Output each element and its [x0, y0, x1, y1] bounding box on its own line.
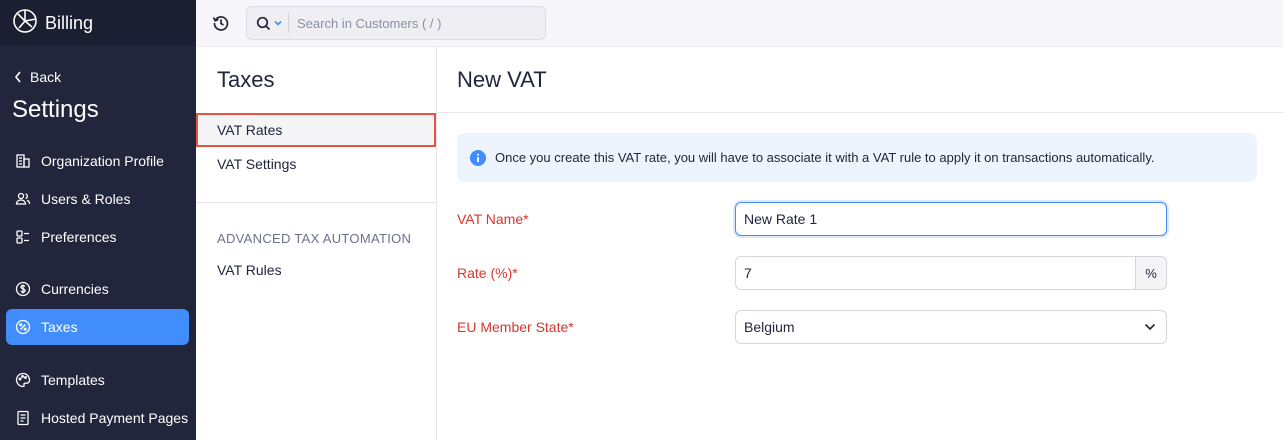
sidebar-item-organization-profile[interactable]: Organization Profile [6, 143, 189, 179]
subnav-section-heading: ADVANCED TAX AUTOMATION [217, 231, 412, 246]
back-link[interactable]: Back [14, 69, 61, 85]
preferences-icon [16, 230, 29, 244]
sidebar-item-label: Taxes [41, 319, 78, 335]
brand[interactable]: Billing [0, 0, 196, 46]
subnav-item-label: VAT Rules [217, 262, 282, 278]
sidebar-item-templates[interactable]: Templates [6, 362, 189, 398]
organization-icon [16, 154, 30, 168]
sidebar-item-label: Currencies [41, 281, 109, 297]
search-input[interactable] [297, 15, 537, 31]
billing-logo-icon [12, 8, 38, 39]
sidebar-item-label: Hosted Payment Pages [41, 410, 189, 426]
rate-label: Rate (%)* [457, 265, 518, 281]
sidebar-item-currencies[interactable]: Currencies [6, 271, 189, 307]
sidebar-item-preferences[interactable]: Preferences [6, 219, 189, 255]
rate-field[interactable]: % [735, 256, 1167, 290]
topbar [196, 0, 1283, 47]
back-label: Back [30, 69, 62, 85]
info-text: Once you create this VAT rate, you will … [495, 150, 1155, 165]
chevron-down-icon[interactable] [274, 20, 282, 26]
document-icon [17, 410, 29, 426]
sidebar-item-hosted-payment-pages[interactable]: Hosted Payment Pages [6, 400, 189, 436]
main-header: New VAT [437, 47, 1283, 113]
main-panel: New VAT Once you create this VAT rate, y… [437, 47, 1283, 440]
eu-member-state-label: EU Member State* [457, 319, 574, 335]
tax-icon [15, 319, 31, 335]
palette-icon [15, 372, 31, 388]
eu-member-state-select[interactable]: Belgium [735, 310, 1167, 344]
sidebar-item-label: Templates [41, 372, 105, 388]
chevron-left-icon [14, 71, 21, 83]
vat-name-input[interactable] [736, 203, 1166, 235]
sidebar-item-label: Preferences [41, 229, 117, 245]
subnav-title: Taxes [217, 67, 275, 92]
recent-history-icon[interactable] [212, 14, 230, 32]
subnav-divider [196, 202, 436, 203]
sidebar-item-label: Users & Roles [41, 191, 131, 207]
users-icon [15, 192, 31, 205]
sidebar-item-label: Organization Profile [41, 153, 164, 169]
chevron-down-icon[interactable] [1144, 323, 1156, 331]
search-icon[interactable] [256, 16, 271, 31]
sidebar-item-taxes[interactable]: Taxes [6, 309, 189, 345]
info-icon [470, 149, 486, 166]
subnav-item-label: VAT Rates [217, 122, 283, 138]
settings-title: Settings [12, 96, 99, 123]
currency-icon [15, 281, 31, 297]
vat-name-label: VAT Name* [457, 211, 529, 227]
subnav-item-vat-rules[interactable]: VAT Rules [196, 253, 436, 287]
brand-name: Billing [45, 12, 94, 33]
sidebar: Billing Back Settings Organization Profi… [0, 0, 196, 440]
percent-suffix: % [1135, 257, 1166, 289]
info-banner: Once you create this VAT rate, you will … [457, 133, 1257, 182]
subnav-item-vat-rates[interactable]: VAT Rates [196, 113, 436, 147]
rate-input[interactable] [736, 257, 1135, 289]
subnav-item-label: VAT Settings [217, 156, 297, 172]
page-title: New VAT [457, 66, 547, 92]
search-divider [288, 13, 289, 33]
sidebar-item-users-roles[interactable]: Users & Roles [6, 181, 189, 217]
search-bar[interactable] [246, 6, 546, 40]
subnav-item-vat-settings[interactable]: VAT Settings [196, 147, 436, 181]
taxes-subnav: Taxes VAT Rates VAT Settings ADVANCED TA… [196, 47, 437, 440]
eu-member-state-value: Belgium [744, 319, 795, 335]
vat-name-field[interactable] [735, 202, 1167, 236]
